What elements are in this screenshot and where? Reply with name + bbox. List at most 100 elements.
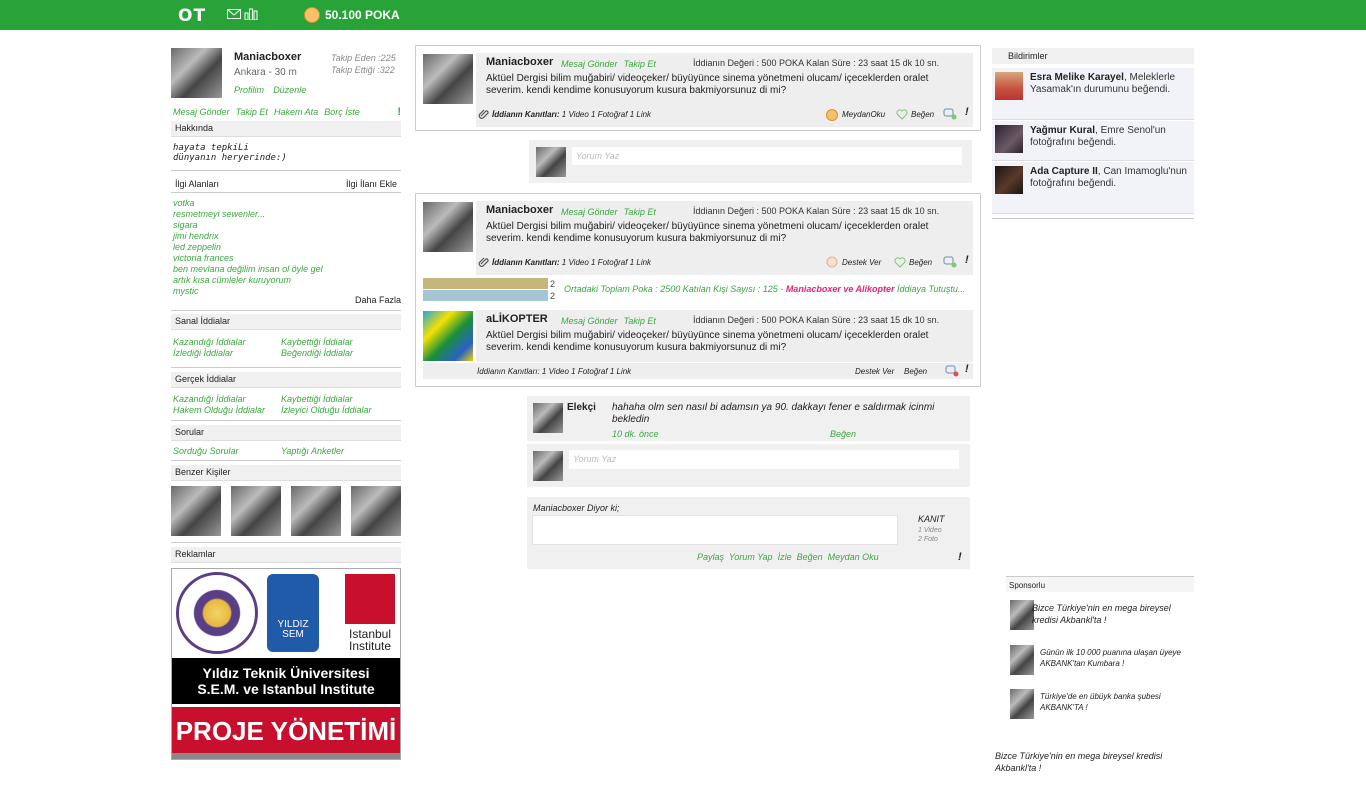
istanbul-institute-logo: Istanbul Institute — [342, 574, 398, 654]
watched-bets-link[interactable]: İzlediği İddialar — [173, 348, 281, 359]
follow-link[interactable]: Takip Et — [236, 107, 268, 117]
comment-like-button[interactable]: Beğen — [830, 429, 856, 439]
send-message-link[interactable]: Mesaj Gönder — [561, 207, 618, 217]
post-author[interactable]: Maniacboxer — [486, 56, 553, 68]
like-button[interactable]: Beğen — [797, 552, 823, 562]
ytu-seal-logo — [176, 572, 258, 654]
interest-item[interactable]: mystic — [173, 286, 323, 297]
won-bets-link[interactable]: Kazandığı İddialar — [173, 337, 281, 348]
report-button[interactable]: ! — [397, 106, 401, 118]
bet-participants[interactable]: Maniacboxer ve Alikopter — [786, 284, 895, 294]
bet-meta: İddianın Değeri : 500 POKA Kalan Süre : … — [693, 58, 940, 68]
similar-person-avatar[interactable] — [171, 486, 221, 536]
won-real-bets-link[interactable]: Kazandığı İddialar — [173, 394, 281, 405]
comment-icon[interactable] — [945, 365, 959, 377]
like-button[interactable]: Beğen — [909, 258, 932, 267]
asked-questions-link[interactable]: Sorduğu Sorular — [173, 446, 281, 457]
comment-button[interactable]: Yorum Yap — [729, 552, 773, 562]
post-author[interactable]: Maniacboxer — [486, 204, 553, 216]
evidence-button[interactable]: KANIT — [918, 514, 945, 524]
bet-meta: İddianın Değeri : 500 POKA Kalan Süre : … — [693, 206, 940, 216]
report-button[interactable]: ! — [965, 363, 969, 375]
share-button[interactable]: Paylaş — [697, 552, 724, 562]
send-message-link[interactable]: Mesaj Gönder — [173, 107, 230, 117]
interest-item[interactable]: jimi hendrix — [173, 231, 323, 242]
profile-avatar[interactable] — [171, 48, 222, 98]
support-button[interactable]: Destek Ver — [855, 367, 894, 376]
similar-person-avatar[interactable] — [351, 486, 401, 536]
interest-item[interactable]: victoria frances — [173, 253, 323, 264]
notification-item[interactable]: Yağmur Kural, Emre Senol'un fotoğrafını … — [992, 121, 1194, 161]
challenge-button[interactable]: MeydanOku — [842, 110, 885, 119]
questions-header: Sorular — [171, 425, 401, 441]
interest-item[interactable]: resmetmeyi sewenler... — [173, 209, 323, 220]
watch-button[interactable]: İzle — [778, 552, 792, 562]
send-message-link[interactable]: Mesaj Gönder — [561, 316, 618, 326]
sponsored-item[interactable]: Türkiye'de en übüyk banka şubesi AKBANK'… — [1010, 689, 1194, 719]
comment-input[interactable]: Yorum Yaz — [572, 147, 962, 165]
notification-item[interactable]: Esra Melike Karayel, Meleklerle Yasamak'… — [992, 68, 1194, 120]
like-button[interactable]: Beğen — [911, 110, 934, 119]
report-button[interactable]: ! — [965, 254, 969, 266]
commenter-name[interactable]: Elekçi — [567, 402, 596, 413]
comment-input[interactable]: Yorum Yaz — [569, 450, 959, 469]
about-text: hayata tepkiLi dünyanın heryerinde:) — [173, 143, 287, 163]
send-message-link[interactable]: Mesaj Gönder — [561, 59, 618, 69]
stats-icon[interactable] — [244, 8, 258, 20]
evidence[interactable]: İddianın Kanıtları: 1 Video 1 Fotoğraf 1… — [477, 367, 631, 376]
interest-item[interactable]: ben mevlana değilim insan ol öyle gel — [173, 264, 323, 275]
report-button[interactable]: ! — [958, 551, 962, 563]
challenge-button[interactable]: Meydan Oku — [828, 552, 879, 562]
logo[interactable]: OT — [178, 6, 206, 26]
add-interest-link[interactable]: İlgi İlanı Ekle — [346, 179, 397, 189]
post-composer: Maniacboxer Diyor ki; KANIT 1 Video 2 Fo… — [527, 497, 970, 569]
edit-link[interactable]: Düzenle — [273, 85, 306, 95]
lost-bets-link[interactable]: Kaybettiği İddialar — [281, 337, 389, 348]
more-interests-link[interactable]: Daha Fazla — [355, 295, 401, 305]
composer-input[interactable] — [532, 515, 898, 545]
sponsored-avatar — [1010, 689, 1034, 719]
polls-link[interactable]: Yaptığı Anketler — [281, 446, 389, 457]
post-avatar[interactable] — [423, 54, 473, 104]
commenter-avatar[interactable] — [533, 403, 563, 433]
comment-box: Yorum Yaz — [529, 140, 972, 183]
post-avatar[interactable] — [423, 202, 473, 252]
sponsored-item[interactable]: Günün ilk 10 000 puanına ulaşan üyeye AK… — [1010, 645, 1194, 675]
comment-icon[interactable] — [943, 256, 957, 268]
bet-meta: İddianın Değeri : 500 POKA Kalan Süre : … — [693, 315, 940, 325]
evidence[interactable]: İddianın Kanıtları: 1 Video 1 Fotoğraf 1… — [492, 258, 651, 267]
referee-bets-link[interactable]: Hakem Olduğu İddialar — [173, 405, 281, 416]
evidence[interactable]: İddianın Kanıtları: 1 Video 1 Fotoğraf 1… — [492, 110, 651, 119]
follow-link[interactable]: Takip Et — [624, 207, 656, 217]
interest-item[interactable]: artık kısa cümleler kuruyorum — [173, 275, 323, 286]
ad-banner[interactable]: YILDIZ SEM Istanbul Institute Yıldız Tekn… — [171, 568, 401, 760]
liked-bets-link[interactable]: Beğendiği İddialar — [281, 348, 389, 359]
follow-link[interactable]: Takip Et — [624, 59, 656, 69]
interest-item[interactable]: led zeppelin — [173, 242, 323, 253]
following-count[interactable]: Takip Ettiği :322 — [331, 64, 396, 76]
similar-person-avatar[interactable] — [231, 486, 281, 536]
sponsored-item[interactable]: Bizce Türkiye'nin en mega bireysel kredi… — [1010, 600, 1194, 630]
assign-referee-link[interactable]: Hakem Ata — [274, 107, 318, 117]
followers-count[interactable]: Takip Eden :225 — [331, 52, 396, 64]
notification-item[interactable]: Ada Capture II, Can Imamoglu'nun fotoğra… — [992, 162, 1194, 214]
interest-item[interactable]: sigara — [173, 220, 323, 231]
like-button[interactable]: Beğen — [904, 367, 927, 376]
report-button[interactable]: ! — [965, 106, 969, 118]
bet-post: Maniacboxer Mesaj Gönder Takip Et İddian… — [415, 45, 981, 131]
challenge-icon — [826, 109, 838, 121]
interest-item[interactable]: votka — [173, 198, 323, 209]
comment-icon[interactable] — [943, 108, 957, 120]
follow-link[interactable]: Takip Et — [624, 316, 656, 326]
similar-person-avatar[interactable] — [291, 486, 341, 536]
post-avatar[interactable] — [423, 311, 473, 361]
lost-real-bets-link[interactable]: Kaybettiği İddialar — [281, 394, 389, 405]
poka-balance[interactable]: 50.100 POKA — [325, 8, 400, 22]
support-button[interactable]: Destek Ver — [842, 258, 881, 267]
profile-link[interactable]: Profilim — [234, 85, 264, 95]
sponsored-footer-text[interactable]: Bizce Türkiye'nin en mega bireysel kredi… — [995, 750, 1165, 774]
spectator-bets-link[interactable]: İzleyici Olduğu İddialar — [281, 405, 389, 416]
post-author[interactable]: aLİKOPTER — [486, 313, 548, 325]
request-debt-link[interactable]: Borç İste — [324, 107, 360, 117]
mail-icon[interactable] — [227, 8, 241, 20]
